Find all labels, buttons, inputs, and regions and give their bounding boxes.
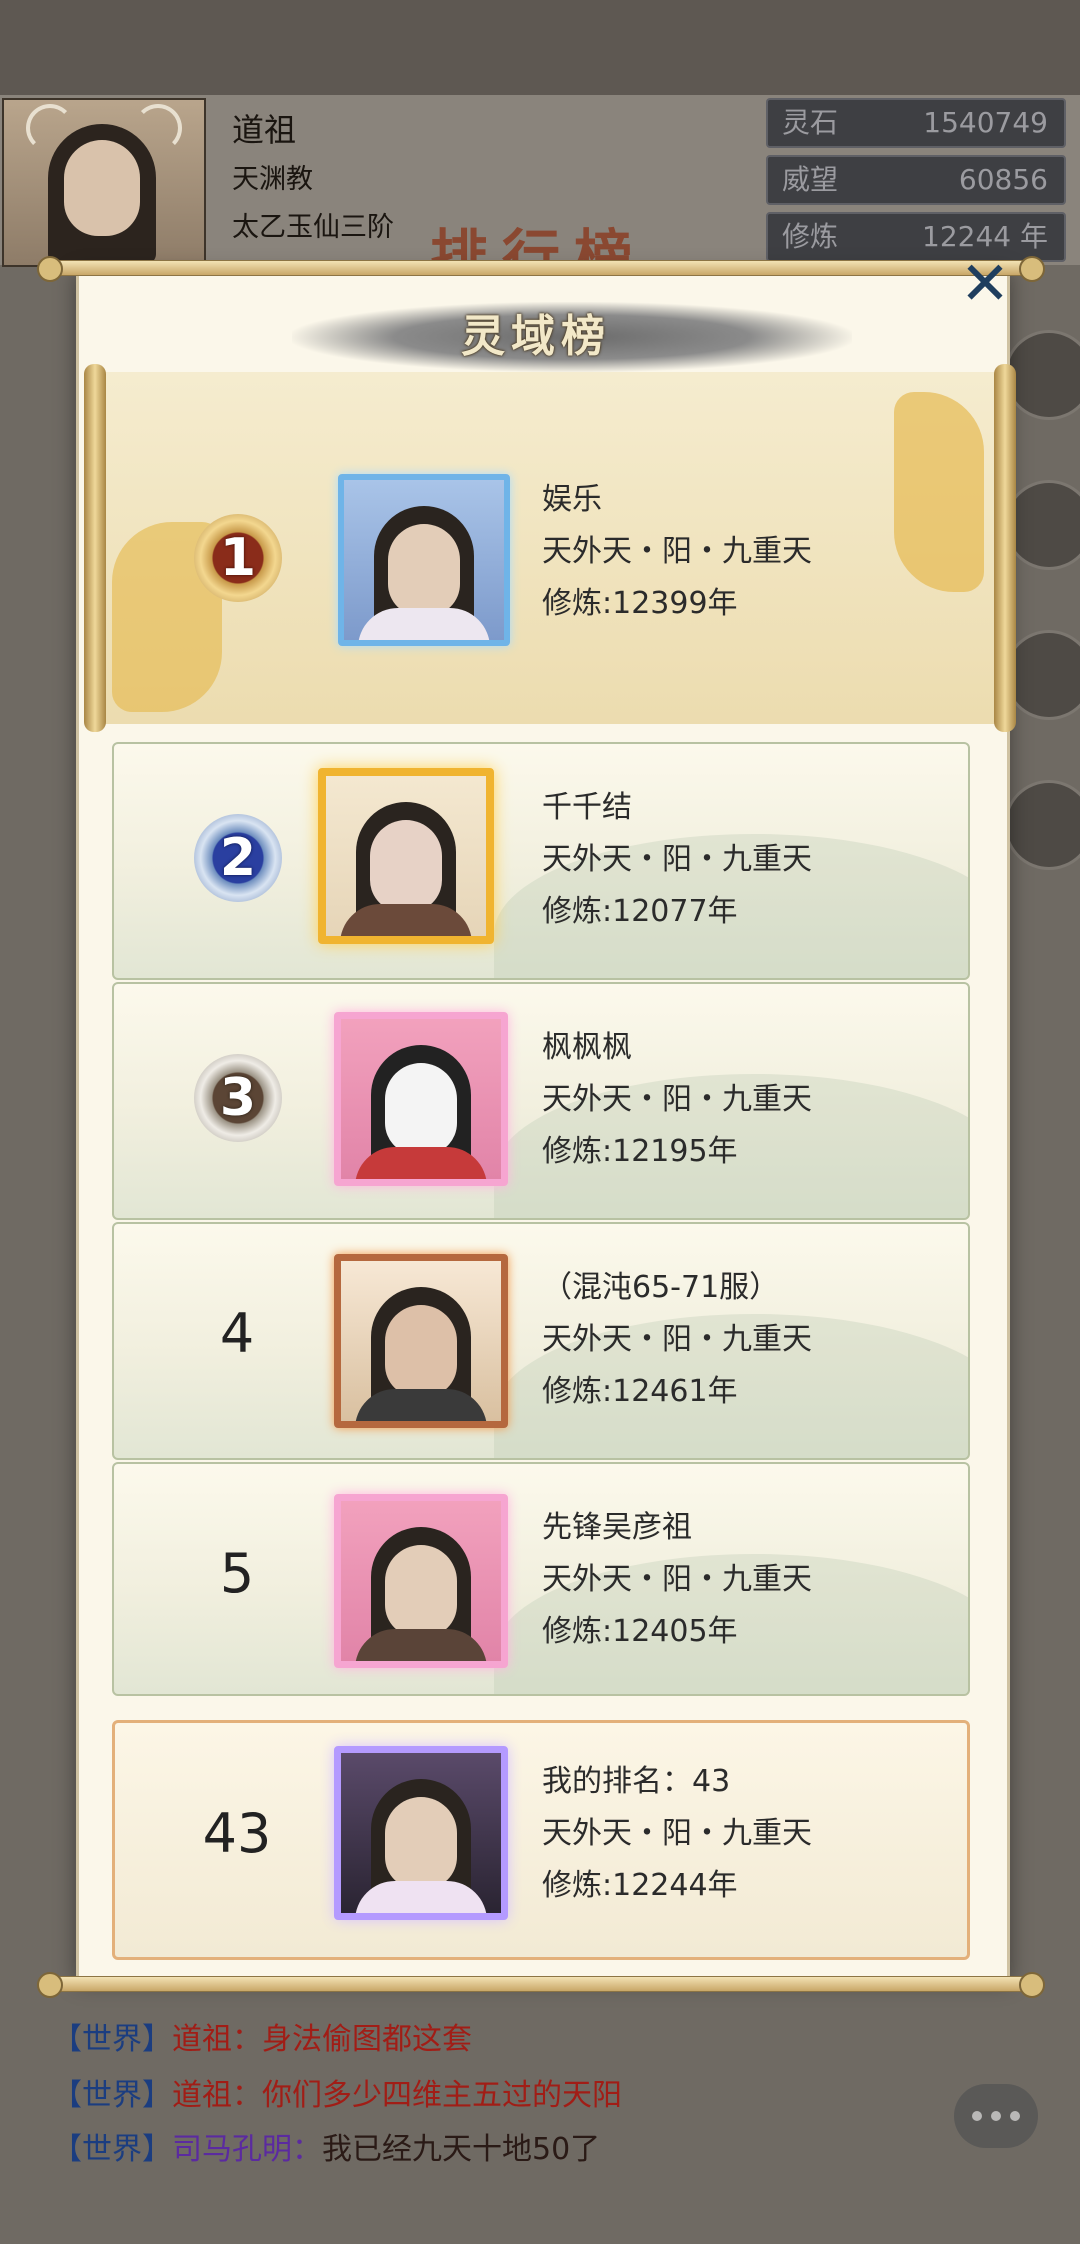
chat-channel: 【世界】 [52, 2022, 172, 2057]
realm-text: 天外天・阳・九重天 [542, 1322, 812, 1357]
rank-info: （混沌65-71服） 天外天・阳・九重天 修炼:12461年 [542, 1262, 812, 1418]
player-name: 道祖 [232, 111, 297, 149]
chat-message: 身法偷图都这套 [262, 2022, 472, 2057]
resource-value: 1540749 [923, 106, 1048, 139]
resource-value: 60856 [958, 163, 1048, 196]
chat-channel: 【世界】 [52, 2078, 172, 2113]
my-rank-info: 我的排名：43 天外天・阳・九重天 修炼:12244年 [542, 1756, 812, 1912]
avatar[interactable] [334, 1494, 508, 1668]
cultivation-text: 修炼:12195年 [542, 1134, 738, 1169]
chat-line: 【世界】道祖：你们多少四维主五过的天阳 [52, 2074, 622, 2118]
cultivation-text: 修炼:12405年 [542, 1614, 738, 1649]
scroll-rod-top [37, 256, 1045, 282]
player-avatar[interactable] [2, 98, 206, 267]
bronze-medal-icon: 3 [194, 1054, 282, 1142]
rank-info: 先锋吴彦祖 天外天・阳・九重天 修炼:12405年 [542, 1502, 812, 1658]
resource-label: 修炼 [782, 220, 839, 253]
resource-cultivation: 修炼 12244 年 [766, 212, 1066, 262]
cultivation-text: 修炼:12399年 [542, 586, 738, 621]
scroll-roller [84, 364, 106, 732]
player-name: （混沌65-71服） [542, 1270, 780, 1305]
modal-title: 灵域榜 [461, 311, 611, 362]
avatar-face [64, 140, 140, 236]
antler-icon [134, 104, 182, 152]
cultivation-text: 修炼:12244年 [542, 1868, 738, 1903]
realm-text: 天外天・阳・九重天 [542, 534, 812, 569]
player-name: 千千结 [542, 790, 632, 825]
rank-info: 娱乐 天外天・阳・九重天 修炼:12399年 [542, 474, 812, 630]
rank-info: 千千结 天外天・阳・九重天 修炼:12077年 [542, 782, 812, 938]
realm-text: 天外天・阳・九重天 [542, 1082, 812, 1117]
chat-channel: 【世界】 [52, 2132, 172, 2167]
player-name: 先锋吴彦祖 [542, 1510, 692, 1545]
cultivation-text: 修炼:12461年 [542, 1374, 738, 1409]
my-rank-label: 我的排名：43 [542, 1764, 731, 1799]
close-icon[interactable]: ✕ [955, 254, 1015, 314]
chat-sender[interactable]: 司马孔明： [172, 2132, 322, 2167]
antler-icon [26, 104, 74, 152]
player-realm: 太乙玉仙三阶 [232, 212, 394, 243]
player-info: 道祖 天渊教 太乙玉仙三阶 [232, 108, 394, 248]
resource-label: 威望 [782, 163, 839, 196]
side-menu-icon[interactable] [1004, 780, 1080, 870]
realm-text: 天外天・阳・九重天 [542, 1562, 812, 1597]
rank-number: 4 [219, 1302, 255, 1365]
avatar[interactable] [338, 474, 510, 646]
scroll-roller [994, 364, 1016, 732]
resource-spirit-stone: 灵石 1540749 [766, 98, 1066, 148]
chat-sender[interactable]: 道祖： [172, 2078, 262, 2113]
chat-sender[interactable]: 道祖： [172, 2022, 262, 2057]
chat-message: 我已经九天十地50了 [322, 2132, 601, 2167]
top-background [0, 0, 1080, 95]
resource-label: 灵石 [782, 106, 839, 139]
scroll-rod-bottom [37, 1972, 1045, 1998]
chat-message: 你们多少四维主五过的天阳 [262, 2078, 622, 2113]
avatar[interactable] [334, 1254, 508, 1428]
player-name: 枫枫枫 [542, 1030, 632, 1065]
realm-text: 天外天・阳・九重天 [542, 1816, 812, 1851]
avatar[interactable] [318, 768, 494, 944]
rank-info: 枫枫枫 天外天・阳・九重天 修炼:12195年 [542, 1022, 812, 1178]
chat-line: 【世界】司马孔明：我已经九天十地50了 [52, 2128, 600, 2172]
silver-blue-medal-icon: 2 [194, 814, 282, 902]
avatar[interactable] [334, 1012, 508, 1186]
player-name: 娱乐 [542, 482, 602, 517]
realm-text: 天外天・阳・九重天 [542, 842, 812, 877]
player-sect: 天渊教 [232, 164, 313, 195]
chat-bubble-icon[interactable] [954, 2084, 1038, 2148]
resource-prestige: 威望 60856 [766, 155, 1066, 205]
phoenix-ornament [894, 392, 984, 592]
chat-line: 【世界】道祖：身法偷图都这套 [52, 2018, 472, 2062]
cultivation-text: 修炼:12077年 [542, 894, 738, 929]
rank-number: 5 [219, 1542, 255, 1605]
my-rank-number: 43 [202, 1802, 272, 1865]
gold-medal-icon: 1 [194, 514, 282, 602]
avatar[interactable] [334, 1746, 508, 1920]
